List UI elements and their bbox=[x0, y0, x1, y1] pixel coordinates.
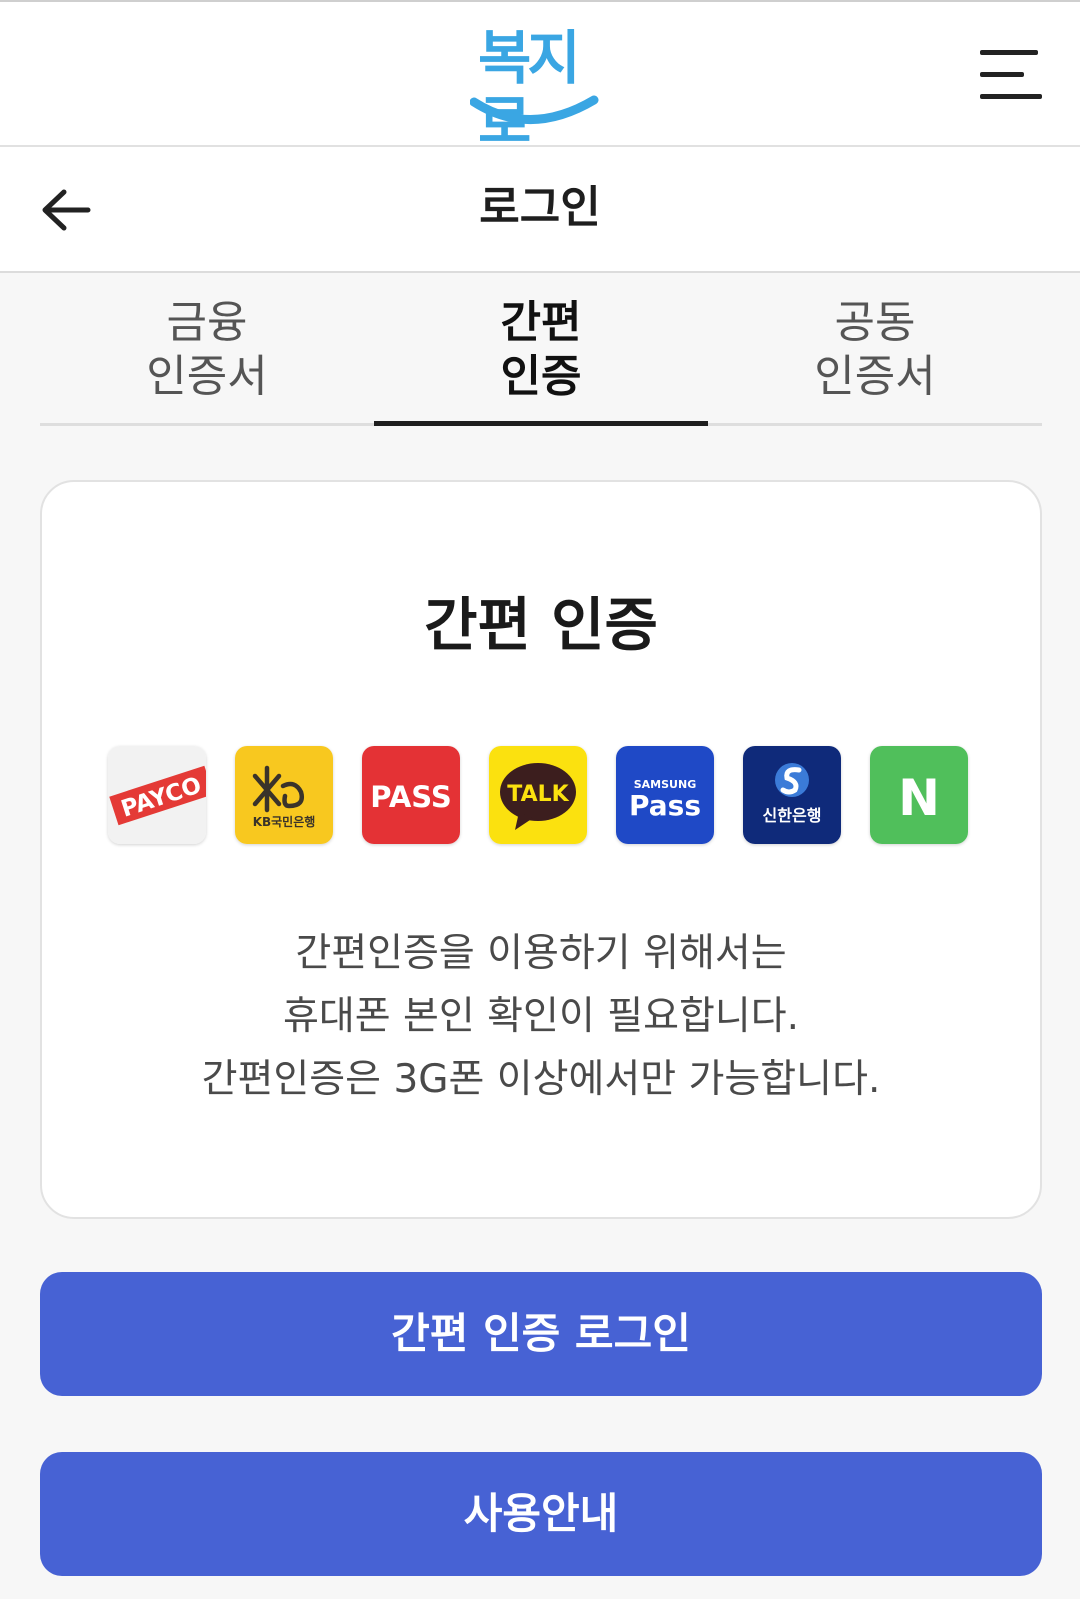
bokjiro-logo[interactable]: 복지로 bbox=[470, 16, 612, 154]
kb-label: KB국민은행 bbox=[253, 814, 316, 829]
kakao-talk-icon[interactable]: TALK bbox=[489, 746, 587, 844]
kb-bank-icon[interactable]: KB국민은행 bbox=[235, 746, 333, 844]
naver-label: N bbox=[898, 769, 940, 827]
samsung-pass-icon[interactable]: SAMSUNG Pass bbox=[616, 746, 714, 844]
shinhan-label: 신한은행 bbox=[763, 806, 822, 825]
page-titlebar: 로그인 bbox=[0, 147, 1080, 273]
auth-provider-list: PAYCO KB국민은행 PASS TALK SAMSUNG Pass 신한은행… bbox=[108, 746, 980, 844]
naver-icon[interactable]: N bbox=[870, 746, 968, 844]
notice-line: 간편인증은 3G폰 이상에서만 가능합니다. bbox=[201, 1057, 881, 1102]
tab-label-line1: 공동 bbox=[834, 297, 916, 348]
pass-label: PASS bbox=[370, 780, 452, 814]
tab-label-line1: 간편 bbox=[500, 297, 582, 348]
usage-guide-button[interactable]: 사용안내 bbox=[40, 1452, 1042, 1576]
card-title: 간편 인증 bbox=[424, 591, 658, 659]
notice-line: 간편인증을 이용하기 위해서는 bbox=[295, 931, 787, 976]
talk-label: TALK bbox=[507, 782, 569, 807]
page-title: 로그인 bbox=[479, 182, 601, 233]
shinhan-bank-icon[interactable]: 신한은행 bbox=[743, 746, 841, 844]
hamburger-menu-icon[interactable] bbox=[976, 46, 1046, 102]
tab-label-line2: 인증서 bbox=[814, 351, 936, 402]
pass-icon[interactable]: PASS bbox=[362, 746, 460, 844]
samsung-pass-label: Pass bbox=[629, 789, 701, 822]
tab-label-line2: 인증서 bbox=[146, 351, 268, 402]
payco-icon[interactable]: PAYCO bbox=[108, 746, 206, 844]
auth-notice: 간편인증을 이용하기 위해서는 휴대폰 본인 확인이 필요합니다. 간편인증은 … bbox=[42, 922, 1040, 1111]
logo-smile-icon bbox=[470, 95, 599, 124]
simple-auth-card: 간편 인증 PAYCO KB국민은행 PASS TALK SAMSUNG Pas… bbox=[40, 480, 1042, 1219]
app-header: 복지로 bbox=[0, 0, 1080, 154]
notice-line: 휴대폰 본인 확인이 필요합니다. bbox=[282, 994, 800, 1039]
tab-joint-certificate[interactable]: 공동 인증서 bbox=[708, 290, 1042, 423]
tab-financial-certificate[interactable]: 금융 인증서 bbox=[40, 290, 374, 423]
tab-label-line2: 인증 bbox=[500, 351, 582, 402]
login-method-tabs: 금융 인증서 간편 인증 공동 인증서 bbox=[40, 290, 1042, 426]
tab-label-line1: 금융 bbox=[166, 297, 248, 348]
simple-auth-login-button[interactable]: 간편 인증 로그인 bbox=[40, 1272, 1042, 1396]
tab-simple-auth[interactable]: 간편 인증 bbox=[374, 290, 708, 426]
